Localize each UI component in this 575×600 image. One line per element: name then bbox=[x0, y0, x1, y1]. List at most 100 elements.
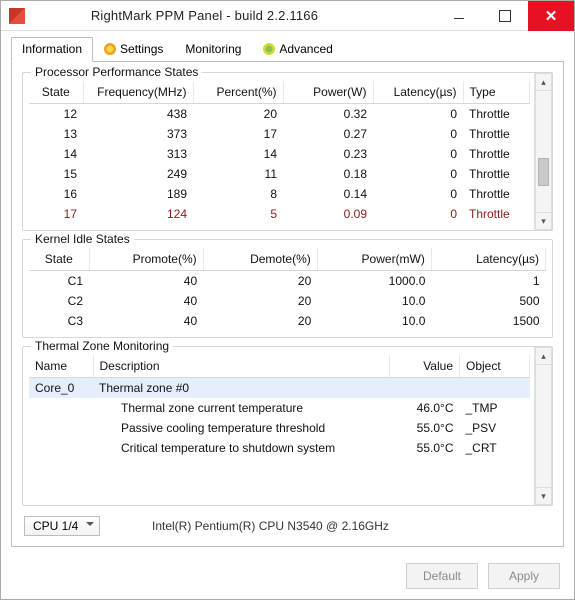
thermal-scrollbar[interactable]: ▴ ▾ bbox=[534, 347, 552, 505]
table-row[interactable]: Core_0Thermal zone #0 bbox=[29, 378, 530, 399]
thermal-table: Name Description Value Object Core_0Ther… bbox=[29, 355, 530, 458]
group-idle: Kernel Idle States State Promote(%) Demo… bbox=[22, 239, 553, 338]
maximize-button[interactable] bbox=[482, 1, 528, 31]
cell-power: 10.0 bbox=[317, 311, 431, 331]
cell-lat: 1 bbox=[431, 271, 545, 292]
cell-demote: 20 bbox=[203, 271, 317, 292]
col-power[interactable]: Power(mW) bbox=[317, 248, 431, 271]
table-row[interactable]: Passive cooling temperature threshold55.… bbox=[29, 418, 530, 438]
window-controls bbox=[436, 1, 574, 31]
cell-lat: 0 bbox=[373, 164, 463, 184]
minimize-button[interactable] bbox=[436, 1, 482, 31]
cell-desc: Thermal zone #0 bbox=[93, 378, 390, 399]
cell-value: 46.0°C bbox=[390, 398, 460, 418]
cell-value: 55.0°C bbox=[390, 418, 460, 438]
table-row[interactable]: Critical temperature to shutdown system5… bbox=[29, 438, 530, 458]
scroll-thumb[interactable] bbox=[538, 158, 549, 186]
cell-state: 17 bbox=[29, 204, 83, 224]
table-row[interactable]: 1712450.090Throttle bbox=[29, 204, 530, 224]
cell-desc: Thermal zone current temperature bbox=[93, 398, 390, 418]
cell-lat: 0 bbox=[373, 144, 463, 164]
advanced-icon bbox=[263, 43, 275, 55]
window-title: RightMark PPM Panel - build 2.2.1166 bbox=[0, 8, 436, 23]
scroll-up-icon[interactable]: ▴ bbox=[535, 73, 552, 91]
cell-power: 0.14 bbox=[283, 184, 373, 204]
col-promote[interactable]: Promote(%) bbox=[89, 248, 203, 271]
titlebar: RightMark PPM Panel - build 2.2.1166 bbox=[1, 1, 574, 31]
table-row[interactable]: C140201000.01 bbox=[29, 271, 546, 292]
cell-power: 10.0 bbox=[317, 291, 431, 311]
cell-demote: 20 bbox=[203, 291, 317, 311]
col-value[interactable]: Value bbox=[390, 355, 460, 378]
table-row[interactable]: Thermal zone current temperature46.0°C_T… bbox=[29, 398, 530, 418]
apply-button[interactable]: Apply bbox=[488, 563, 560, 589]
cpu-row: CPU 1/4 Intel(R) Pentium(R) CPU N3540 @ … bbox=[22, 514, 553, 538]
cell-demote: 20 bbox=[203, 311, 317, 331]
table-row[interactable]: 13373170.270Throttle bbox=[29, 124, 530, 144]
cell-name bbox=[29, 438, 93, 458]
group-legend: Processor Performance States bbox=[31, 65, 202, 79]
cell-power: 0.23 bbox=[283, 144, 373, 164]
scroll-down-icon[interactable]: ▾ bbox=[535, 487, 552, 505]
scroll-down-icon[interactable]: ▾ bbox=[535, 212, 552, 230]
cpu-model-label: Intel(R) Pentium(R) CPU N3540 @ 2.16GHz bbox=[152, 519, 389, 533]
col-freq[interactable]: Frequency(MHz) bbox=[83, 81, 193, 104]
tab-monitoring[interactable]: Monitoring bbox=[174, 37, 252, 61]
cell-promote: 40 bbox=[89, 271, 203, 292]
col-power[interactable]: Power(W) bbox=[283, 81, 373, 104]
cell-state: 12 bbox=[29, 104, 83, 125]
idle-table: State Promote(%) Demote(%) Power(mW) Lat… bbox=[29, 248, 546, 331]
col-lat[interactable]: Latency(µs) bbox=[373, 81, 463, 104]
cell-type: Throttle bbox=[463, 104, 530, 125]
cell-state: 16 bbox=[29, 184, 83, 204]
table-row[interactable]: C2402010.0500 bbox=[29, 291, 546, 311]
col-pct[interactable]: Percent(%) bbox=[193, 81, 283, 104]
cell-object: _TMP bbox=[460, 398, 530, 418]
default-button[interactable]: Default bbox=[406, 563, 478, 589]
col-state[interactable]: State bbox=[29, 81, 83, 104]
tab-information[interactable]: Information bbox=[11, 37, 93, 62]
scroll-track[interactable] bbox=[535, 91, 552, 212]
tab-settings[interactable]: Settings bbox=[93, 37, 174, 61]
cell-power: 0.27 bbox=[283, 124, 373, 144]
group-thermal: Thermal Zone Monitoring Name Description… bbox=[22, 346, 553, 506]
close-button[interactable] bbox=[528, 1, 574, 31]
cell-freq: 313 bbox=[83, 144, 193, 164]
tab-advanced[interactable]: Advanced bbox=[252, 37, 343, 61]
cell-state: C1 bbox=[29, 271, 89, 292]
cell-desc: Critical temperature to shutdown system bbox=[93, 438, 390, 458]
tab-label: Settings bbox=[120, 42, 163, 56]
tab-label: Advanced bbox=[279, 42, 332, 56]
table-row[interactable]: 1618980.140Throttle bbox=[29, 184, 530, 204]
group-ppstates: Processor Performance States State Frequ… bbox=[22, 72, 553, 231]
scroll-up-icon[interactable]: ▴ bbox=[535, 347, 552, 365]
cell-state: 13 bbox=[29, 124, 83, 144]
table-row[interactable]: 15249110.180Throttle bbox=[29, 164, 530, 184]
cell-object: _PSV bbox=[460, 418, 530, 438]
col-name[interactable]: Name bbox=[29, 355, 93, 378]
col-type[interactable]: Type bbox=[463, 81, 530, 104]
cell-freq: 189 bbox=[83, 184, 193, 204]
ppstates-scrollbar[interactable]: ▴ ▾ bbox=[534, 73, 552, 230]
gear-icon bbox=[104, 43, 116, 55]
cell-lat: 500 bbox=[431, 291, 545, 311]
dialog-buttons: Default Apply bbox=[1, 557, 574, 599]
cell-type: Throttle bbox=[463, 144, 530, 164]
app-window: RightMark PPM Panel - build 2.2.1166 Inf… bbox=[0, 0, 575, 600]
col-desc[interactable]: Description bbox=[93, 355, 390, 378]
scroll-track[interactable] bbox=[535, 365, 552, 487]
cell-lat: 0 bbox=[373, 104, 463, 125]
col-lat[interactable]: Latency(µs) bbox=[431, 248, 545, 271]
col-object[interactable]: Object bbox=[460, 355, 530, 378]
cell-state: C3 bbox=[29, 311, 89, 331]
cell-promote: 40 bbox=[89, 311, 203, 331]
table-row[interactable]: C3402010.01500 bbox=[29, 311, 546, 331]
cpu-select[interactable]: CPU 1/4 bbox=[24, 516, 100, 536]
col-demote[interactable]: Demote(%) bbox=[203, 248, 317, 271]
tab-label: Monitoring bbox=[185, 42, 241, 56]
cell-pct: 11 bbox=[193, 164, 283, 184]
ppstates-table: State Frequency(MHz) Percent(%) Power(W)… bbox=[29, 81, 530, 224]
table-row[interactable]: 14313140.230Throttle bbox=[29, 144, 530, 164]
col-state[interactable]: State bbox=[29, 248, 89, 271]
table-row[interactable]: 12438200.320Throttle bbox=[29, 104, 530, 125]
